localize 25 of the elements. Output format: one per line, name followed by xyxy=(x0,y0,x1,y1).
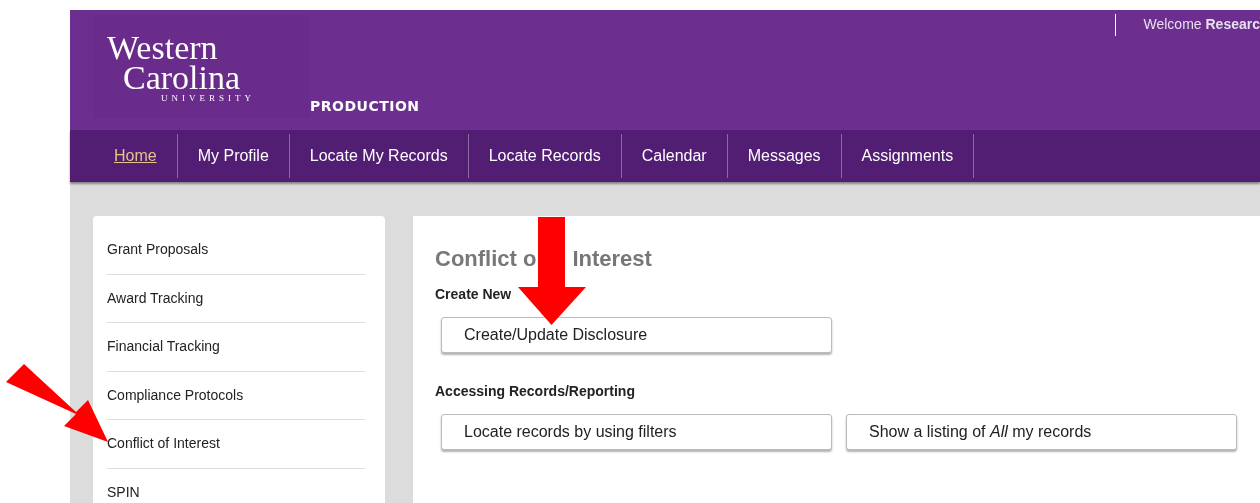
nav-tab[interactable]: Messages xyxy=(727,134,842,178)
welcome-text: Welcome Researc xyxy=(1143,15,1260,34)
environment-label: PRODUCTION xyxy=(310,97,420,116)
page-title: Interest xyxy=(572,245,652,272)
sidebar-link[interactable]: SPIN xyxy=(107,482,140,503)
action-button[interactable]: Locate records by using filters xyxy=(441,414,832,450)
logo-text: UNIVERSITY xyxy=(161,94,256,103)
logo-text: Carolina xyxy=(123,63,241,93)
action-button[interactable]: Create/Update Disclosure xyxy=(441,317,832,353)
sidebar-link[interactable]: Conflict of Interest xyxy=(107,433,220,455)
nav-tab[interactable]: My Profile xyxy=(177,134,290,178)
sidebar-link[interactable]: Award Tracking xyxy=(107,287,204,309)
logo-text: Western xyxy=(107,33,218,63)
sidebar-link[interactable]: Compliance Protocols xyxy=(107,384,244,406)
nav-tab[interactable]: Locate My Records xyxy=(289,134,469,178)
section-heading: Accessing Records/Reporting xyxy=(435,382,636,401)
page-title: Conflict o xyxy=(435,245,537,272)
nav-tab[interactable]: Calendar xyxy=(621,134,728,178)
nav-tab[interactable]: Locate Records xyxy=(468,134,622,178)
sidebar-link[interactable]: Grant Proposals xyxy=(107,239,209,261)
sidebar-link[interactable]: Financial Tracking xyxy=(107,336,220,358)
action-button[interactable]: Show a listing of All my records xyxy=(846,414,1237,450)
section-heading: Create New xyxy=(435,285,513,304)
nav-tab[interactable]: Assignments xyxy=(841,134,975,178)
nav-tab[interactable]: Home xyxy=(94,134,178,178)
